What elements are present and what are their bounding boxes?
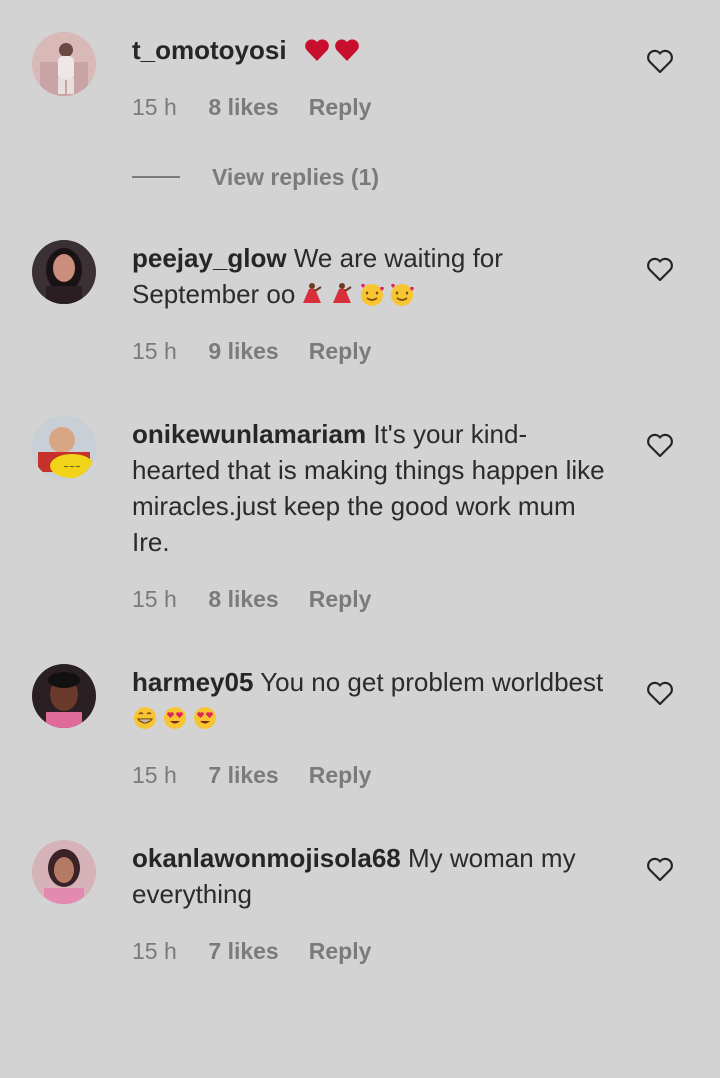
smiling-face-hearts-icon xyxy=(389,281,415,307)
comment-body: harmey05 You no get problem worldbest 15… xyxy=(132,664,612,788)
comment-text: t_omotoyosi xyxy=(132,32,612,68)
comment-time: 15 h xyxy=(132,586,177,612)
red-heart-icon xyxy=(304,37,330,63)
comment-meta: 15 h 7 likes Reply xyxy=(132,762,371,789)
dancer-icon xyxy=(329,281,355,307)
reply-button[interactable]: Reply xyxy=(309,94,372,121)
comment-username[interactable]: okanlawonmojisola68 xyxy=(132,843,401,873)
reply-button[interactable]: Reply xyxy=(309,938,372,965)
comment-time: 15 h xyxy=(132,938,177,964)
comment-username[interactable]: t_omotoyosi xyxy=(132,35,287,65)
avatar[interactable] xyxy=(32,664,96,728)
comment-meta: 15 h 8 likes Reply xyxy=(132,94,371,121)
avatar[interactable]: ~~~ xyxy=(32,416,96,480)
heart-eyes-icon xyxy=(192,705,218,731)
like-heart-icon[interactable] xyxy=(646,432,674,458)
comment-body: t_omotoyosi 15 h 8 likes Reply xyxy=(132,32,612,120)
view-replies-button[interactable]: View replies (1) xyxy=(132,160,379,194)
comment-text: peejay_glow We are waiting for September… xyxy=(132,240,612,312)
comment-body: peejay_glow We are waiting for September… xyxy=(132,240,612,364)
like-heart-icon[interactable] xyxy=(646,856,674,882)
comment-body: okanlawonmojisola68 My woman my everythi… xyxy=(132,840,612,964)
comment-body: onikewunlamariam It's your kind-hearted … xyxy=(132,416,612,612)
comment-text: harmey05 You no get problem worldbest xyxy=(132,664,612,736)
heart-eyes-icon xyxy=(162,705,188,731)
comment-likes[interactable]: 7 likes xyxy=(208,762,302,789)
comment-message: You no get problem worldbest xyxy=(260,667,604,697)
divider xyxy=(132,176,180,178)
comment-username[interactable]: onikewunlamariam xyxy=(132,419,366,449)
like-heart-icon[interactable] xyxy=(646,48,674,74)
avatar[interactable] xyxy=(32,32,96,96)
comment-meta: 15 h 7 likes Reply xyxy=(132,938,371,965)
reply-button[interactable]: Reply xyxy=(309,762,372,789)
avatar[interactable] xyxy=(32,840,96,904)
comment-text: onikewunlamariam It's your kind-hearted … xyxy=(132,416,612,560)
comment-likes[interactable]: 8 likes xyxy=(208,586,302,613)
dancer-icon xyxy=(299,281,325,307)
comment-meta: 15 h 9 likes Reply xyxy=(132,338,371,365)
comment-likes[interactable]: 8 likes xyxy=(208,94,302,121)
comment-meta: 15 h 8 likes Reply xyxy=(132,586,371,613)
comment-time: 15 h xyxy=(132,94,177,120)
like-heart-icon[interactable] xyxy=(646,256,674,282)
avatar[interactable] xyxy=(32,240,96,304)
comment-username[interactable]: harmey05 xyxy=(132,667,253,697)
grinning-face-icon xyxy=(132,705,158,731)
comment-time: 15 h xyxy=(132,338,177,364)
comment-likes[interactable]: 7 likes xyxy=(208,938,302,965)
comment-time: 15 h xyxy=(132,762,177,788)
svg-text:~~~: ~~~ xyxy=(63,463,81,471)
like-heart-icon[interactable] xyxy=(646,680,674,706)
comment-text: okanlawonmojisola68 My woman my everythi… xyxy=(132,840,612,912)
view-replies-label: View replies (1) xyxy=(212,163,380,190)
reply-button[interactable]: Reply xyxy=(309,338,372,365)
smiling-face-hearts-icon xyxy=(359,281,385,307)
comment-likes[interactable]: 9 likes xyxy=(208,338,302,365)
comment-username[interactable]: peejay_glow xyxy=(132,243,287,273)
red-heart-icon xyxy=(334,37,360,63)
comments-list: t_omotoyosi 15 h 8 likes Reply View repl… xyxy=(0,0,720,1078)
reply-button[interactable]: Reply xyxy=(309,586,372,613)
